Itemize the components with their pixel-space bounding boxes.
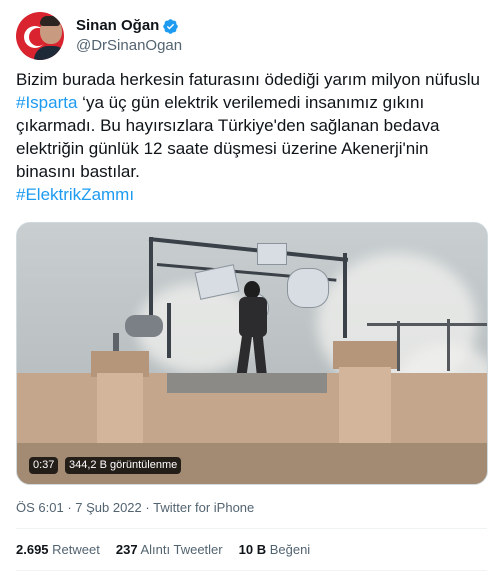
tweet-stats: 2.695 Retweet 237 Alıntı Tweetler 10 B B… xyxy=(16,541,326,559)
retweets-stat[interactable]: 2.695 Retweet xyxy=(16,541,100,559)
divider-bottom xyxy=(16,570,487,571)
divider xyxy=(16,528,487,529)
author-handle[interactable]: @DrSinanOgan xyxy=(76,36,182,56)
tweet-header: ★ Sinan Oğan @DrSinanOgan xyxy=(16,12,182,60)
avatar[interactable]: ★ xyxy=(16,12,64,60)
video-player[interactable]: 0:37 344,2 B görüntülenme xyxy=(16,222,488,485)
tweet-time-link[interactable]: ÖS 6:01 xyxy=(16,500,64,515)
quote-tweets-stat[interactable]: 237 Alıntı Tweetler xyxy=(116,541,223,559)
verified-badge-icon xyxy=(163,18,179,34)
hashtag-isparta-link[interactable]: #Isparta xyxy=(16,93,77,112)
author-names: Sinan Oğan @DrSinanOgan xyxy=(76,16,182,56)
tweet-text-part2: ‘ya üç gün elektrik verilemedi insanımız… xyxy=(16,93,445,181)
tweet-date-link[interactable]: 7 Şub 2022 xyxy=(75,500,142,515)
video-duration-badge: 0:37 xyxy=(29,457,59,474)
tweet-meta: ÖS 6:01 · 7 Şub 2022 · Twitter for iPhon… xyxy=(16,500,255,515)
tweet-text-part1: Bizim burada herkesin faturasını ödediği… xyxy=(16,70,485,89)
tweet-text: Bizim burada herkesin faturasını ödediği… xyxy=(16,68,491,206)
video-views-badge: 344,2 B görüntülenme xyxy=(65,457,182,474)
tweet-source-link[interactable]: Twitter for iPhone xyxy=(153,500,254,515)
author-display-name[interactable]: Sinan Oğan xyxy=(76,16,159,36)
likes-stat[interactable]: 10 B Beğeni xyxy=(239,541,311,559)
hashtag-elektrikzammi-link[interactable]: #ElektrikZammı xyxy=(16,185,134,204)
